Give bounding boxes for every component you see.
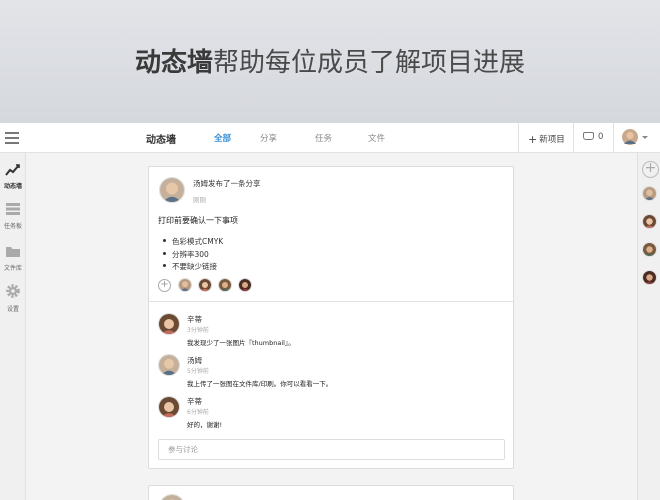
- app-window: 动态墙 全部 分享 任务 文件 + 新项目 0 动态墙 任务板 文件库 设置 +…: [0, 123, 660, 500]
- top-navbar: 动态墙 全部 分享 任务 文件 + 新项目 0: [0, 123, 660, 153]
- add-watcher-button[interactable]: +: [158, 279, 171, 292]
- list-item: 分辨率300: [163, 249, 223, 262]
- post-title: 打印前要确认一下事项: [158, 216, 238, 225]
- member-avatar[interactable]: [642, 270, 657, 285]
- activity-icon: [5, 164, 20, 176]
- comment-timestamp: 5分钟前: [187, 368, 209, 375]
- sidebar-item-label: 任务板: [3, 223, 22, 230]
- watcher-avatar[interactable]: [178, 278, 192, 292]
- hero-banner: 动态墙帮助每位成员了解项目进展: [0, 0, 660, 123]
- sidebar-item-settings[interactable]: 设置: [0, 283, 26, 313]
- new-project-button[interactable]: + 新项目: [528, 132, 565, 146]
- navbar-divider: [573, 123, 574, 153]
- comment-author: 辛蒂: [187, 315, 202, 324]
- discussion-input[interactable]: 参与讨论: [158, 439, 505, 460]
- activity-post-card: [148, 485, 514, 500]
- comments-divider: [149, 301, 513, 302]
- inbox-tray-icon: [583, 132, 594, 140]
- chevron-down-icon: [642, 136, 648, 139]
- gear-icon: [6, 284, 20, 298]
- board-icon: [6, 203, 20, 215]
- members-sidebar: +: [637, 153, 660, 500]
- left-sidebar: 动态墙 任务板 文件库 设置: [0, 153, 26, 500]
- comment-avatar[interactable]: [158, 313, 180, 335]
- sidebar-item-board[interactable]: 任务板: [0, 201, 26, 230]
- comment-text: 好的，谢谢!: [187, 421, 223, 429]
- sidebar-item-files[interactable]: 文件库: [0, 243, 26, 272]
- headline-rest: 帮助每位成员了解项目进展: [213, 48, 526, 78]
- author-avatar[interactable]: [159, 494, 185, 500]
- plus-icon: +: [528, 133, 538, 146]
- hamburger-menu-icon[interactable]: [5, 132, 19, 144]
- comment-avatar[interactable]: [158, 396, 180, 418]
- comment-text: 我发现少了一张图片『thumbnail』。: [187, 339, 295, 347]
- author-avatar[interactable]: [159, 177, 185, 203]
- comment-avatar[interactable]: [158, 354, 180, 376]
- comment-text: 我上传了一张图在文件库/印刷。你可以看看一下。: [187, 380, 333, 388]
- tab-shares[interactable]: 分享: [260, 132, 277, 144]
- member-avatar[interactable]: [642, 214, 657, 229]
- navbar-divider: [518, 123, 519, 153]
- tab-tasks[interactable]: 任务: [315, 132, 332, 144]
- post-timestamp: 刚刚: [193, 196, 206, 204]
- watcher-avatar[interactable]: [218, 278, 232, 292]
- sidebar-item-label: 文件库: [3, 265, 22, 272]
- headline-bold: 动态墙: [134, 48, 213, 78]
- comment-author: 汤姆: [187, 356, 202, 365]
- inbox-button[interactable]: 0: [583, 132, 603, 142]
- list-item: 不要缺少链接: [163, 261, 223, 274]
- activity-post-card: 汤姆发布了一条分享 刚刚 打印前要确认一下事项 色彩模式CMYK 分辨率300 …: [148, 166, 514, 469]
- watcher-avatar[interactable]: [198, 278, 212, 292]
- navbar-divider: [613, 123, 614, 153]
- new-project-label: 新项目: [539, 135, 565, 145]
- post-checklist: 色彩模式CMYK 分辨率300 不要缺少链接: [163, 236, 223, 274]
- folder-icon: [6, 247, 20, 257]
- tab-files[interactable]: 文件: [368, 132, 385, 144]
- comment-timestamp: 3分钟前: [187, 327, 209, 334]
- post-author-line: 汤姆发布了一条分享: [193, 179, 261, 188]
- user-menu[interactable]: [622, 129, 648, 149]
- inbox-count: 0: [598, 132, 604, 142]
- add-member-button[interactable]: +: [642, 161, 659, 178]
- watcher-avatar[interactable]: [238, 278, 252, 292]
- member-avatar[interactable]: [642, 186, 657, 201]
- comment-timestamp: 6分钟前: [187, 409, 209, 416]
- sidebar-item-activity[interactable]: 动态墙: [0, 161, 26, 190]
- sidebar-item-label: 动态墙: [3, 183, 22, 190]
- sidebar-item-label: 设置: [6, 306, 19, 313]
- comment-author: 辛蒂: [187, 397, 202, 406]
- list-item: 色彩模式CMYK: [163, 236, 223, 249]
- page-title: 动态墙: [146, 135, 176, 146]
- user-avatar: [622, 129, 638, 145]
- hero-headline: 动态墙帮助每位成员了解项目进展: [0, 42, 660, 79]
- member-avatar[interactable]: [642, 242, 657, 257]
- tab-all[interactable]: 全部: [214, 132, 231, 144]
